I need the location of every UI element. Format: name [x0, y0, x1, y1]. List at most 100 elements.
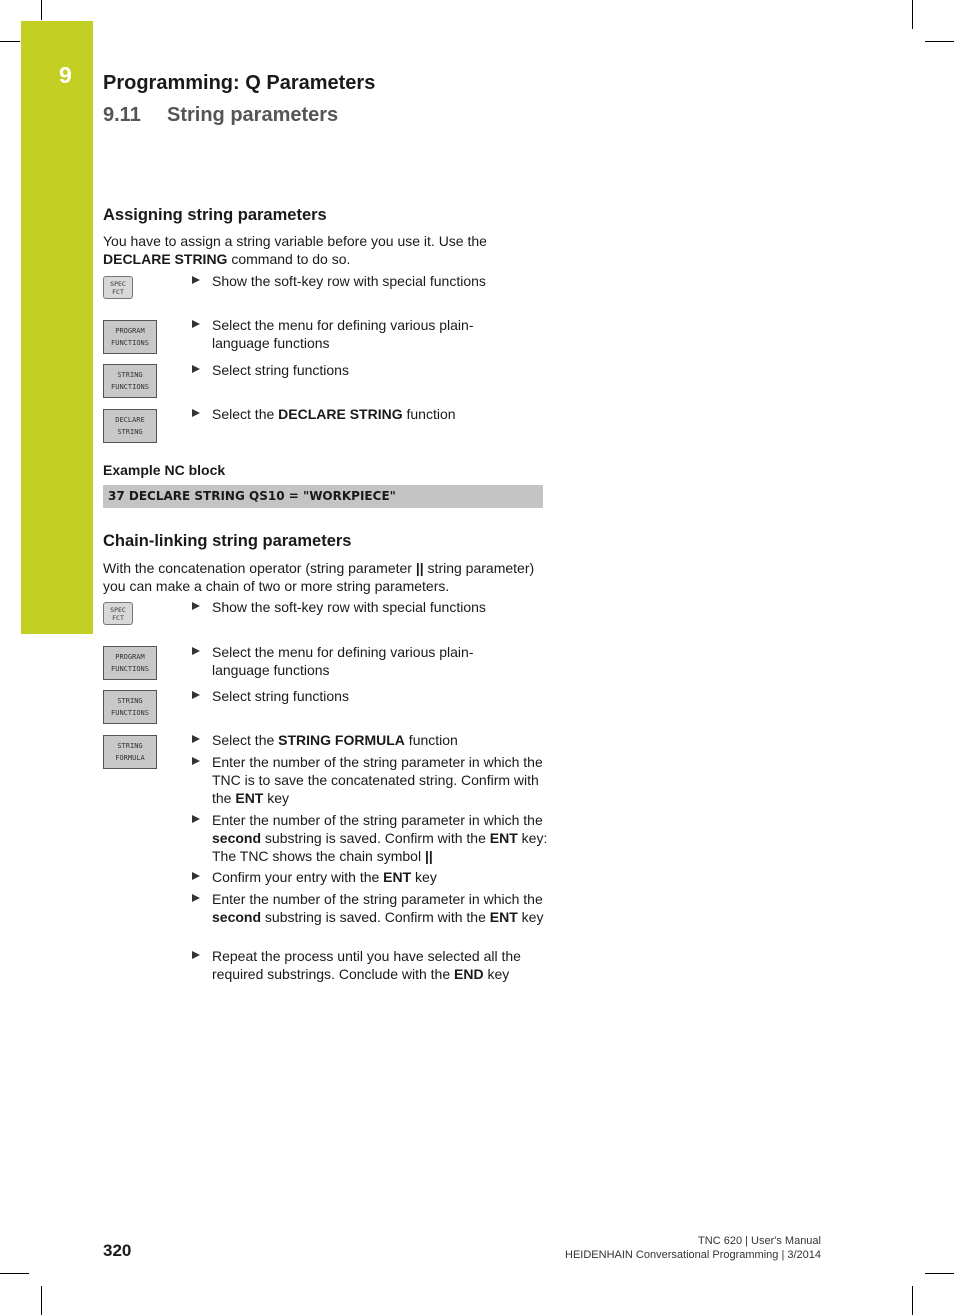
key-label: FUNCTIONS: [111, 383, 149, 391]
footer-line: TNC 620 | User's Manual: [698, 1235, 821, 1247]
chain-intro: With the concatenation operator (string …: [103, 559, 548, 595]
step-item: Enter the number of the string parameter…: [192, 890, 552, 926]
step-item: Select string functions: [192, 361, 552, 379]
crop-mark: [41, 1286, 42, 1315]
key-label: FCT: [112, 287, 124, 296]
step-item: Select the menu for defining various pla…: [192, 643, 492, 679]
example-heading: Example NC block: [103, 462, 226, 478]
step-item: Show the soft-key row with special funct…: [192, 272, 552, 290]
step-item: Select string functions: [192, 687, 552, 705]
step-text: Enter the number of the string parameter…: [212, 891, 543, 907]
footer-line: HEIDENHAIN Conversational Programming | …: [565, 1249, 821, 1261]
step-bold: ENT: [383, 869, 412, 885]
step-item: Confirm your entry with the ENT key: [192, 868, 552, 886]
bullet-triangle-icon: [192, 647, 200, 655]
step-bold: second: [212, 830, 262, 846]
string-functions-softkey[interactable]: STRING FUNCTIONS: [103, 690, 157, 724]
intro-text: command to do so.: [227, 251, 351, 267]
step-item: Select the STRING FORMULA function: [192, 731, 552, 749]
chapter-title: Programming: Q Parameters: [103, 72, 376, 94]
intro-bold: DECLARE STRING: [103, 251, 228, 267]
step-text: key: [411, 869, 437, 885]
crop-mark: [0, 1273, 29, 1274]
step-text: Show the soft-key row with special funct…: [212, 599, 486, 615]
key-label: PROGRAM: [115, 653, 145, 661]
bullet-triangle-icon: [192, 276, 200, 284]
string-formula-softkey[interactable]: STRING FORMULA: [103, 735, 157, 769]
key-label: FUNCTIONS: [111, 709, 149, 717]
key-label: SPEC: [110, 605, 126, 614]
crop-mark: [912, 1286, 913, 1315]
crop-mark: [0, 41, 20, 42]
intro-text: With the concatenation operator (string …: [103, 560, 416, 576]
string-functions-softkey[interactable]: STRING FUNCTIONS: [103, 364, 157, 398]
crop-mark: [41, 0, 42, 20]
footer-info: TNC 620 | User's Manual HEIDENHAIN Conve…: [565, 1234, 821, 1262]
program-functions-softkey[interactable]: PROGRAM FUNCTIONS: [103, 646, 157, 680]
nc-code-block: 37 DECLARE STRING QS10 = "WORKPIECE": [103, 485, 543, 508]
step-text: Confirm your entry with the: [212, 869, 384, 885]
step-text: substring is saved. Confirm with the: [261, 830, 490, 846]
step-text: Select the menu for defining various pla…: [212, 317, 474, 351]
step-item: Select the menu for defining various pla…: [192, 316, 492, 352]
section-name: String parameters: [167, 104, 339, 126]
step-item: Repeat the process until you have select…: [192, 947, 552, 983]
step-item: Select the DECLARE STRING function: [192, 405, 552, 423]
bullet-triangle-icon: [192, 409, 200, 417]
key-label: STRING: [117, 428, 143, 436]
bullet-triangle-icon: [192, 691, 200, 699]
step-item: Show the soft-key row with special funct…: [192, 598, 552, 616]
step-bold: STRING FORMULA: [278, 732, 405, 748]
spec-fct-softkey[interactable]: SPEC FCT: [103, 602, 133, 625]
step-item: Enter the number of the string parameter…: [192, 753, 552, 807]
step-text: Select string functions: [212, 362, 349, 378]
chain-heading: Chain-linking string parameters: [103, 532, 352, 550]
key-label: PROGRAM: [115, 327, 145, 335]
step-text: Select the menu for defining various pla…: [212, 644, 474, 678]
bullet-triangle-icon: [192, 735, 200, 743]
crop-mark: [912, 0, 913, 29]
bullet-triangle-icon: [192, 815, 200, 823]
step-bold: END: [454, 966, 484, 982]
step-bold: DECLARE STRING: [278, 406, 403, 422]
assigning-intro: You have to assign a string variable bef…: [103, 232, 548, 268]
step-text: key: [263, 790, 290, 806]
key-label: DECLARE: [115, 416, 145, 424]
bullet-triangle-icon: [192, 872, 200, 880]
step-text: substring is saved. Confirm with the: [261, 909, 490, 925]
section-number: 9.11: [103, 104, 141, 126]
intro-text: You have to assign a string variable bef…: [103, 233, 487, 249]
bullet-triangle-icon: [192, 320, 200, 328]
step-bold: ||: [424, 848, 433, 864]
step-bold: ENT: [235, 790, 264, 806]
step-text: function: [402, 406, 456, 422]
step-text: Select the: [212, 406, 279, 422]
key-label: STRING: [117, 371, 143, 379]
key-label: STRING: [117, 742, 143, 750]
step-bold: ENT: [489, 830, 518, 846]
key-label: SPEC: [110, 279, 126, 288]
declare-string-softkey[interactable]: DECLARE STRING: [103, 409, 157, 443]
key-label: FUNCTIONS: [111, 339, 149, 347]
step-text: Enter the number of the string parameter…: [212, 812, 543, 828]
crop-mark: [925, 1273, 954, 1274]
key-label: FORMULA: [115, 754, 145, 762]
intro-bold: ||: [415, 560, 424, 576]
step-bold: ENT: [489, 909, 518, 925]
key-label: FCT: [112, 613, 124, 622]
assigning-heading: Assigning string parameters: [103, 206, 327, 224]
spec-fct-softkey[interactable]: SPEC FCT: [103, 276, 133, 299]
key-label: FUNCTIONS: [111, 665, 149, 673]
page-number: 320: [103, 1241, 132, 1260]
step-text: function: [404, 732, 458, 748]
chapter-tab: [21, 21, 93, 634]
section-title: 9.11 String parameters: [103, 104, 338, 127]
bullet-triangle-icon: [192, 602, 200, 610]
step-text: key: [517, 909, 544, 925]
step-bold: second: [212, 909, 262, 925]
program-functions-softkey[interactable]: PROGRAM FUNCTIONS: [103, 320, 157, 354]
crop-mark: [925, 41, 954, 42]
bullet-triangle-icon: [192, 365, 200, 373]
bullet-triangle-icon: [192, 951, 200, 959]
bullet-triangle-icon: [192, 757, 200, 765]
